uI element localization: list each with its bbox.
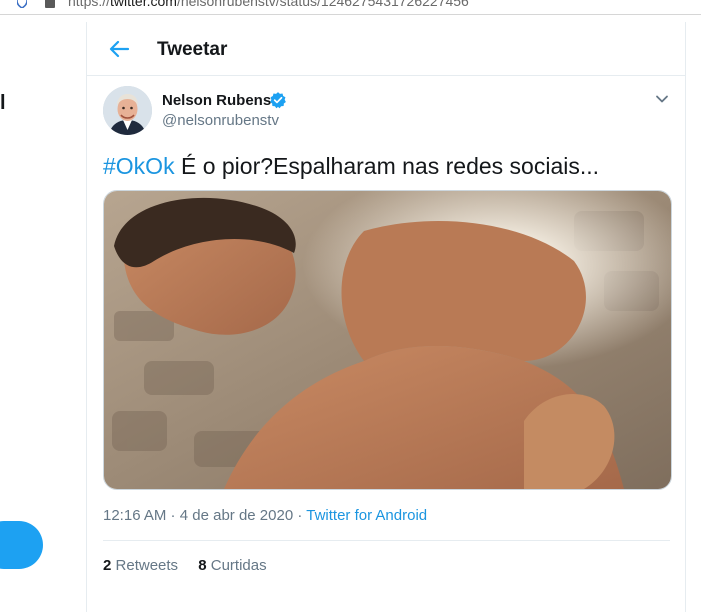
avatar[interactable] bbox=[103, 86, 152, 135]
likes-count: 8 bbox=[198, 557, 207, 574]
media-image bbox=[104, 191, 671, 489]
meta-separator: · bbox=[166, 507, 180, 524]
tweet-media-image[interactable] bbox=[103, 190, 672, 490]
tweet-source-link[interactable]: Twitter for Android bbox=[306, 507, 427, 524]
sidebar-partial-label: l bbox=[0, 92, 6, 114]
shield-icon bbox=[17, 0, 27, 8]
avatar-image bbox=[103, 86, 152, 135]
tweet-compose-button[interactable] bbox=[0, 521, 43, 569]
verified-badge-icon bbox=[270, 92, 286, 109]
tweet-time[interactable]: 12:16 AM bbox=[103, 507, 166, 524]
retweets-count: 2 bbox=[103, 557, 112, 574]
divider bbox=[103, 540, 670, 541]
tweet-body: É o pior?Espalharam nas redes sociais... bbox=[174, 153, 600, 179]
lock-icon bbox=[45, 0, 55, 8]
tweet-column: Tweetar Nelson Rubens @nelsonrubenstv #O… bbox=[86, 22, 686, 612]
tweet-text: #OkOk É o pior?Espalharam nas redes soci… bbox=[103, 153, 599, 180]
likes-label: Curtidas bbox=[210, 557, 267, 574]
author-name[interactable]: Nelson Rubens bbox=[162, 92, 271, 109]
browser-address-bar[interactable]: https://twitter.com/nelsonrubenstv/statu… bbox=[0, 0, 701, 15]
tweet-stats: 2 Retweets 8 Curtidas bbox=[103, 557, 283, 574]
page-title: Tweetar bbox=[157, 39, 228, 60]
meta-separator: · bbox=[293, 507, 307, 524]
likes-stat[interactable]: 8 Curtidas bbox=[198, 557, 266, 574]
tweet-meta: 12:16 AM · 4 de abr de 2020 · Twitter fo… bbox=[103, 507, 427, 524]
retweets-stat[interactable]: 2 Retweets bbox=[103, 557, 178, 574]
url-text[interactable]: https://twitter.com/nelsonrubenstv/statu… bbox=[68, 0, 469, 9]
hashtag-link[interactable]: #OkOk bbox=[103, 153, 175, 179]
author-handle[interactable]: @nelsonrubenstv bbox=[162, 112, 279, 129]
tweet-date[interactable]: 4 de abr de 2020 bbox=[180, 507, 293, 524]
retweets-label: Retweets bbox=[115, 557, 179, 574]
arrow-left-icon[interactable] bbox=[108, 38, 130, 60]
chevron-down-icon[interactable] bbox=[654, 91, 670, 107]
page-header: Tweetar bbox=[87, 22, 685, 76]
